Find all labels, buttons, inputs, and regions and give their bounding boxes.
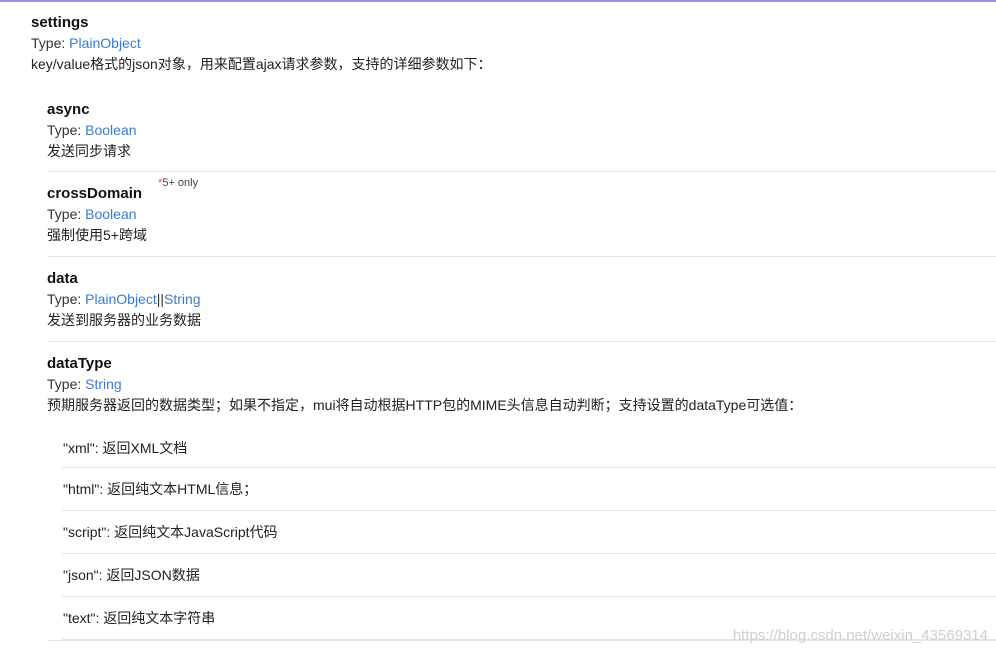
five-plus-only-badge: *5+ only bbox=[158, 177, 198, 189]
type-link-plainobject[interactable]: PlainObject bbox=[85, 291, 157, 307]
datatype-options-list: "xml": 返回XML文档 "html": 返回纯文本HTML信息； "scr… bbox=[62, 429, 996, 640]
type-link-boolean[interactable]: Boolean bbox=[85, 122, 136, 138]
type-link-string[interactable]: String bbox=[164, 291, 201, 307]
list-item: "json": 返回JSON数据 bbox=[62, 554, 996, 597]
type-label: Type: bbox=[47, 206, 86, 222]
settings-param: settings Type: PlainObject key/value格式的j… bbox=[31, 13, 492, 75]
top-border bbox=[0, 0, 996, 2]
type-label: Type: bbox=[31, 35, 70, 51]
type-line-settings: Type: PlainObject bbox=[31, 33, 492, 54]
param-async: async Type: Boolean 发送同步请求 bbox=[47, 98, 996, 172]
name-row-crossdomain: crossDomain *5+ only bbox=[47, 177, 996, 204]
type-separator: || bbox=[156, 291, 165, 307]
param-datatype: dataType Type: String 预期服务器返回的数据类型；如果不指定… bbox=[47, 342, 996, 640]
async-description: 发送同步请求 bbox=[47, 143, 131, 159]
param-name-async: async bbox=[47, 101, 90, 118]
param-data: data Type: PlainObject||String 发送到服务器的业务… bbox=[47, 257, 996, 342]
type-line-crossdomain: Type: Boolean bbox=[47, 204, 996, 225]
param-crossdomain: crossDomain *5+ only Type: Boolean 强制使用5… bbox=[47, 172, 996, 257]
type-link-string[interactable]: String bbox=[85, 376, 122, 392]
datatype-description: 预期服务器返回的数据类型；如果不指定，mui将自动根据HTTP包的MIME头信息… bbox=[47, 397, 803, 413]
doc-page: settings Type: PlainObject key/value格式的j… bbox=[0, 0, 996, 655]
watermark: https://blog.csdn.net/weixin_43569314 bbox=[732, 627, 988, 644]
crossdomain-description: 强制使用5+跨域 bbox=[47, 227, 147, 243]
list-item: "script": 返回纯文本JavaScript代码 bbox=[62, 511, 996, 554]
list-item: "xml": 返回XML文档 bbox=[62, 429, 996, 468]
type-label: Type: bbox=[47, 122, 86, 138]
type-line-async: Type: Boolean bbox=[47, 120, 996, 141]
data-description: 发送到服务器的业务数据 bbox=[47, 312, 201, 328]
type-link-boolean[interactable]: Boolean bbox=[85, 206, 136, 222]
type-line-datatype: Type: String bbox=[47, 374, 996, 395]
type-line-data: Type: PlainObject||String bbox=[47, 289, 996, 310]
param-name-crossdomain: crossDomain bbox=[47, 185, 143, 202]
param-name-data: data bbox=[47, 270, 78, 287]
settings-description: key/value格式的json对象，用来配置ajax请求参数，支持的详细参数如… bbox=[31, 56, 492, 72]
param-name-datatype: dataType bbox=[47, 355, 112, 372]
type-label: Type: bbox=[47, 291, 86, 307]
list-item: "html": 返回纯文本HTML信息； bbox=[62, 468, 996, 511]
sub-params-list: async Type: Boolean 发送同步请求 crossDomain *… bbox=[47, 98, 996, 640]
type-link-plainobject[interactable]: PlainObject bbox=[69, 35, 141, 51]
param-name-settings: settings bbox=[31, 14, 89, 31]
badge-text: 5+ only bbox=[162, 177, 199, 189]
type-label: Type: bbox=[47, 376, 86, 392]
